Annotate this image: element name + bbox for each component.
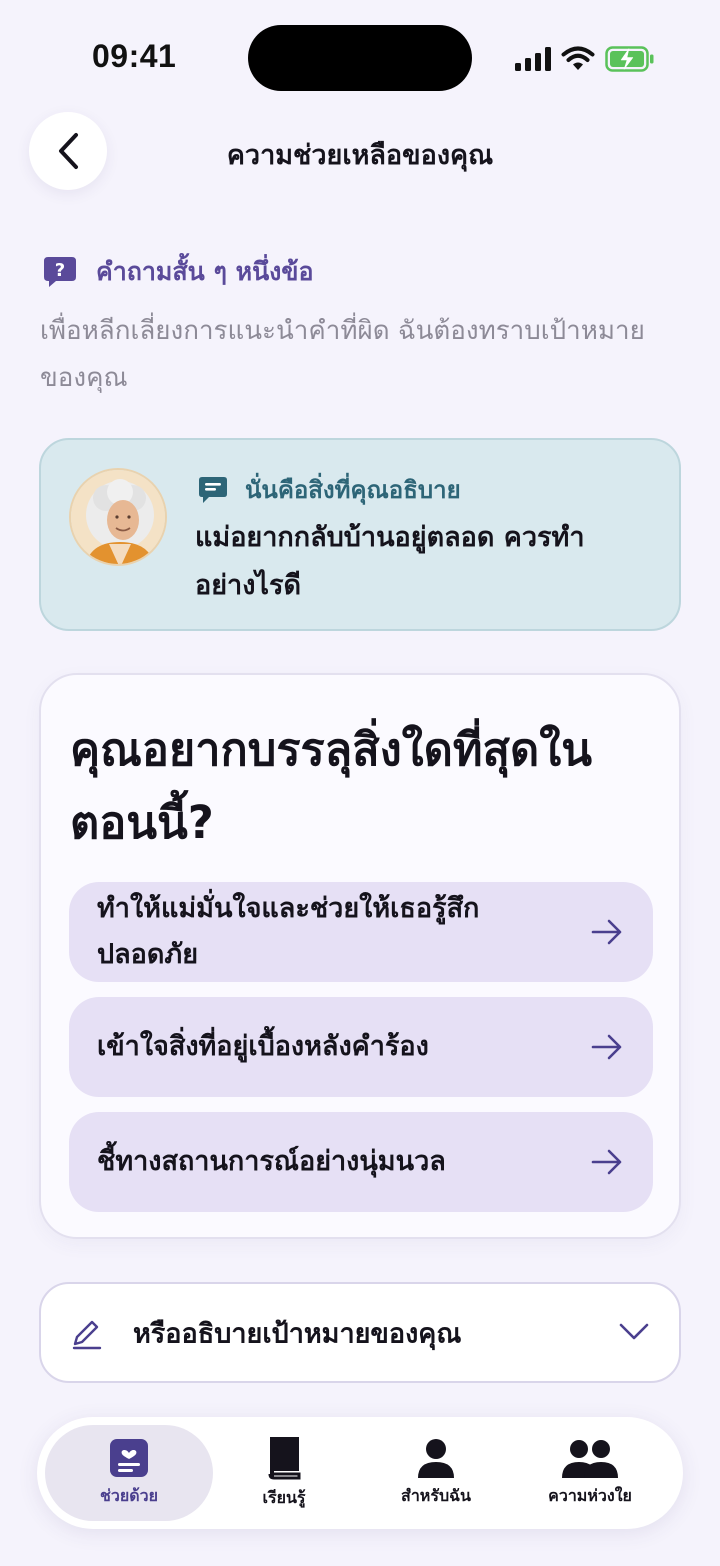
battery-charging-icon xyxy=(605,46,654,72)
status-icons xyxy=(515,42,655,76)
nav-label: สำหรับฉัน xyxy=(401,1485,471,1505)
goal-option-reassure[interactable]: ทำให้แม่มั่นใจและช่วยให้เธอรู้สึกปลอดภัย xyxy=(69,882,653,982)
nav-item-care[interactable]: ความห่วงใย xyxy=(510,1425,670,1521)
wifi-icon xyxy=(561,46,595,70)
user-said-card: นั่นคือสิ่งที่คุณอธิบาย แม่อยากกลับบ้านอ… xyxy=(39,438,681,631)
screen: 09:41 ความช่วยเหลือของคุณ ? คำถามสั้น ๆ … xyxy=(0,0,720,1566)
status-time: 09:41 xyxy=(92,38,177,74)
page-title: ความช่วยเหลือของคุณ xyxy=(226,140,494,171)
nav-label: ช่วยด้วย xyxy=(100,1485,158,1505)
goal-option-redirect[interactable]: ชี้ทางสถานการณ์อย่างนุ่มนวล xyxy=(69,1112,653,1212)
goal-question-card: คุณอยากบรรลุสิ่งใดที่สุดในตอนนี้? ทำให้แ… xyxy=(39,673,681,1239)
signal-icon xyxy=(515,47,551,71)
nav-item-for-me[interactable]: สำหรับฉัน xyxy=(356,1425,516,1521)
goal-option-label: เข้าใจสิ่งที่อยู่เบื้องหลังคำร้อง xyxy=(97,1031,429,1062)
user-said-label: นั่นคือสิ่งที่คุณอธิบาย xyxy=(245,476,461,504)
svg-text:?: ? xyxy=(55,260,65,281)
bottom-nav: ช่วยด้วย เรียนรู้ สำหรับฉัน ความห่วงใย xyxy=(37,1417,683,1529)
goal-option-understand[interactable]: เข้าใจสิ่งที่อยู่เบื้องหลังคำร้อง xyxy=(69,997,653,1097)
question-label: คำถามสั้น ๆ หนึ่งข้อ xyxy=(96,257,314,286)
arrow-right-icon xyxy=(591,1149,622,1175)
chevron-down-icon xyxy=(619,1323,649,1340)
book-icon xyxy=(268,1436,301,1479)
goal-option-label: ชี้ทางสถานการณ์อย่างนุ่มนวล xyxy=(97,1146,446,1177)
question-label-row: ? คำถามสั้น ๆ หนึ่งข้อ xyxy=(42,252,313,292)
describe-goal-dropdown[interactable]: หรืออธิบายเป้าหมายของคุณ xyxy=(39,1282,681,1383)
pencil-icon xyxy=(72,1320,102,1350)
chat-bubble-icon xyxy=(199,476,227,503)
describe-goal-label: หรืออธิบายเป้าหมายของคุณ xyxy=(133,1318,462,1349)
user-said-label-row: นั่นคือสิ่งที่คุณอธิบาย xyxy=(197,470,461,509)
arrow-right-icon xyxy=(591,919,622,945)
question-description: เพื่อหลีกเลี่ยงการแนะนำคำที่ผิด ฉันต้องท… xyxy=(40,316,645,393)
person-icon xyxy=(418,1438,454,1478)
nav-item-learn[interactable]: เรียนรู้ xyxy=(204,1425,364,1521)
nav-label: ความห่วงใย xyxy=(548,1485,632,1505)
question-bubble-icon: ? xyxy=(44,257,76,287)
goal-option-label: ทำให้แม่มั่นใจและช่วยให้เธอรู้สึกปลอดภัย xyxy=(97,893,480,970)
people-icon xyxy=(562,1439,618,1478)
elderly-woman-avatar xyxy=(69,468,167,566)
goal-heading: คุณอยากบรรลุสิ่งใดที่สุดในตอนนี้? xyxy=(70,723,592,849)
help-card-icon xyxy=(110,1438,148,1477)
dynamic-island xyxy=(248,25,472,91)
nav-label: เรียนรู้ xyxy=(262,1487,306,1507)
nav-item-help[interactable]: ช่วยด้วย xyxy=(45,1425,213,1521)
arrow-right-icon xyxy=(591,1034,622,1060)
user-said-text: แม่อยากกลับบ้านอยู่ตลอด ควรทำอย่างไรดี xyxy=(195,522,585,601)
